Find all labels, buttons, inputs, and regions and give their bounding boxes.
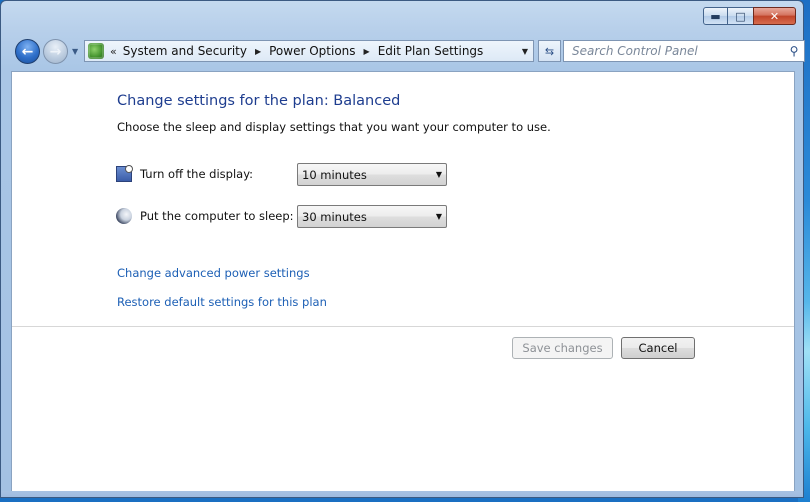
sleep-setting-label: Put the computer to sleep: <box>140 209 294 223</box>
page-subtitle: Choose the sleep and display settings th… <box>117 120 551 134</box>
breadcrumb-separator-icon[interactable]: ▶ <box>255 47 261 56</box>
breadcrumb-system-and-security[interactable]: System and Security <box>123 44 247 58</box>
sleep-setting-row: Put the computer to sleep: <box>116 205 294 227</box>
chevron-down-icon: ▼ <box>435 170 443 179</box>
breadcrumb-separator-icon[interactable]: ▶ <box>364 47 370 56</box>
close-button[interactable]: ✕ <box>753 7 796 25</box>
search-box[interactable]: ⚲ <box>563 40 805 62</box>
control-panel-icon <box>88 43 104 59</box>
address-bar[interactable]: « System and Security ▶ Power Options ▶ … <box>84 40 534 62</box>
forward-arrow-icon: → <box>49 43 62 60</box>
search-input[interactable] <box>570 43 784 59</box>
window-bottom-border <box>1 491 803 497</box>
divider <box>12 326 794 327</box>
address-dropdown-icon[interactable]: ▼ <box>522 47 528 56</box>
refresh-icon: ⇆ <box>544 44 555 58</box>
chevron-down-icon: ▼ <box>435 212 443 221</box>
display-setting-row: Turn off the display: <box>116 163 253 185</box>
restore-defaults-link[interactable]: Restore default settings for this plan <box>117 295 327 309</box>
refresh-button[interactable]: ⇆ <box>538 40 561 62</box>
display-timeout-value: 10 minutes <box>302 167 367 182</box>
back-arrow-icon: ← <box>21 43 34 60</box>
navigation-bar: ← → ▼ « System and Security ▶ Power Opti… <box>15 39 805 65</box>
recent-pages-dropdown-icon[interactable]: ▼ <box>72 47 78 56</box>
breadcrumb-overflow-icon[interactable]: « <box>110 45 117 58</box>
breadcrumb-edit-plan-settings[interactable]: Edit Plan Settings <box>378 44 484 58</box>
cancel-button[interactable]: Cancel <box>621 337 695 359</box>
minimize-button[interactable]: ▬ <box>703 7 728 25</box>
sleep-moon-icon <box>116 208 132 224</box>
control-panel-window: ▬ □ ✕ ← → ▼ « System and Security ▶ Powe… <box>0 0 805 498</box>
caption-buttons: ▬ □ ✕ <box>703 7 796 25</box>
advanced-power-settings-link[interactable]: Change advanced power settings <box>117 266 310 280</box>
maximize-button[interactable]: □ <box>728 7 753 25</box>
sleep-timeout-select[interactable]: 30 minutes ▼ <box>297 205 447 228</box>
back-button[interactable]: ← <box>15 39 40 64</box>
page-title: Change settings for the plan: Balanced <box>117 93 401 109</box>
display-setting-label: Turn off the display: <box>140 167 254 181</box>
breadcrumb-power-options[interactable]: Power Options <box>269 44 355 58</box>
search-icon[interactable]: ⚲ <box>784 44 804 58</box>
display-clock-icon <box>116 165 133 182</box>
save-changes-button[interactable]: Save changes <box>512 337 613 359</box>
content-pane: Change settings for the plan: Balanced C… <box>11 71 795 492</box>
sleep-timeout-value: 30 minutes <box>302 209 367 224</box>
forward-button[interactable]: → <box>43 39 68 64</box>
display-timeout-select[interactable]: 10 minutes ▼ <box>297 163 447 186</box>
